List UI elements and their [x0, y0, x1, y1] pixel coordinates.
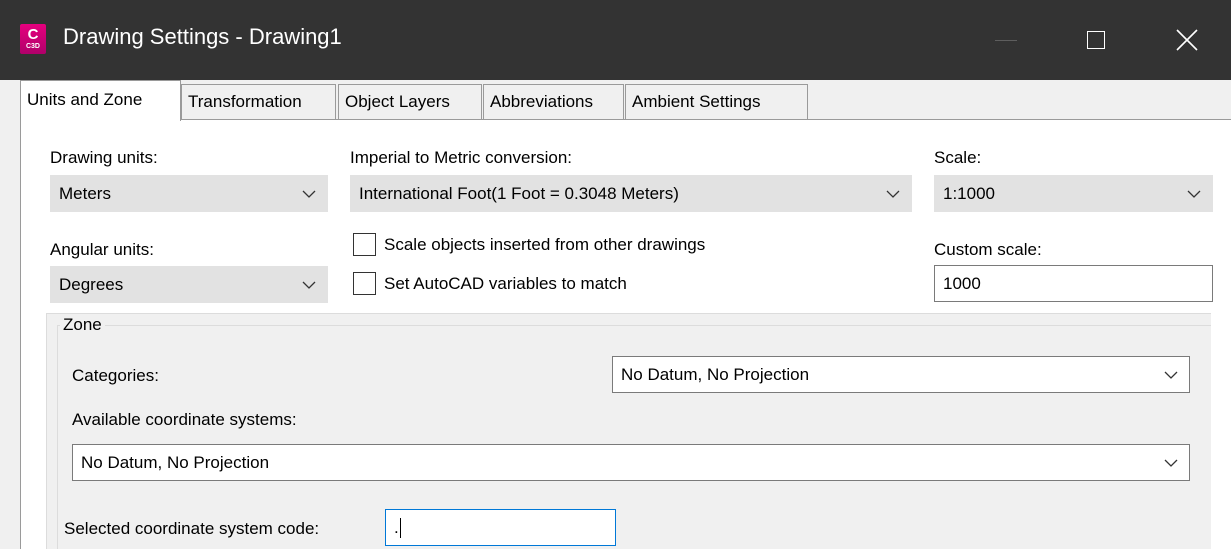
set-variables-checkbox[interactable]	[353, 272, 376, 295]
custom-scale-value: 1000	[943, 274, 981, 293]
conversion-label: Imperial to Metric conversion:	[350, 148, 573, 167]
chevron-down-icon	[1164, 371, 1178, 379]
app-icon-sub: C3D	[25, 43, 40, 50]
scale-value: 1:1000	[943, 184, 995, 203]
available-systems-dropdown[interactable]: No Datum, No Projection	[72, 444, 1190, 481]
angular-units-label: Angular units:	[50, 240, 154, 259]
chevron-down-icon	[886, 190, 900, 198]
civil3d-app-icon: C C3D	[20, 24, 46, 54]
chevron-down-icon	[302, 281, 316, 289]
window-title: Drawing Settings - Drawing1	[63, 24, 342, 49]
text-caret	[400, 518, 401, 538]
minimize-icon	[995, 39, 1017, 41]
tab-units-and-zone[interactable]: Units and Zone	[20, 80, 181, 121]
minimize-button[interactable]	[968, 0, 1044, 80]
drawing-units-value: Meters	[59, 184, 111, 203]
selected-code-value: .	[394, 518, 399, 537]
maximize-icon	[1087, 31, 1105, 49]
title-bar: C C3D Drawing Settings - Drawing1	[0, 0, 1231, 80]
custom-scale-input[interactable]: 1000	[934, 265, 1213, 302]
tab-object-layers[interactable]: Object Layers	[338, 84, 482, 120]
scale-label: Scale:	[934, 148, 982, 167]
available-systems-label: Available coordinate systems:	[72, 410, 297, 429]
conversion-dropdown[interactable]: International Foot(1 Foot = 0.3048 Meter…	[350, 175, 912, 212]
app-icon-letter: C	[27, 26, 39, 43]
scale-dropdown[interactable]: 1:1000	[934, 175, 1213, 212]
close-button[interactable]	[1149, 0, 1225, 80]
maximize-button[interactable]	[1058, 0, 1134, 80]
scale-objects-checkbox[interactable]	[353, 233, 376, 256]
drawing-units-dropdown[interactable]: Meters	[50, 175, 328, 212]
tab-abbreviations[interactable]: Abbreviations	[483, 84, 624, 120]
chevron-down-icon	[302, 190, 316, 198]
custom-scale-label: Custom scale:	[934, 240, 1042, 259]
tab-ambient-settings[interactable]: Ambient Settings	[625, 84, 808, 120]
set-variables-label: Set AutoCAD variables to match	[384, 274, 627, 293]
tab-strip: Units and Zone Transformation Object Lay…	[0, 80, 1231, 121]
chevron-down-icon	[1164, 459, 1178, 467]
selected-code-input[interactable]: .	[385, 509, 616, 546]
chevron-down-icon	[1187, 190, 1201, 198]
tab-transformation[interactable]: Transformation	[181, 84, 336, 120]
categories-label: Categories:	[72, 366, 159, 385]
zone-title: Zone	[60, 315, 105, 335]
close-icon	[1176, 29, 1198, 51]
angular-units-dropdown[interactable]: Degrees	[50, 266, 328, 303]
categories-dropdown[interactable]: No Datum, No Projection	[612, 356, 1190, 393]
available-systems-value: No Datum, No Projection	[81, 453, 270, 472]
selected-code-label: Selected coordinate system code:	[64, 519, 326, 539]
conversion-value: International Foot(1 Foot = 0.3048 Meter…	[359, 184, 679, 203]
drawing-units-label: Drawing units:	[50, 148, 158, 167]
categories-value: No Datum, No Projection	[621, 365, 810, 384]
scale-objects-label: Scale objects inserted from other drawin…	[384, 235, 706, 254]
angular-units-value: Degrees	[59, 275, 124, 294]
